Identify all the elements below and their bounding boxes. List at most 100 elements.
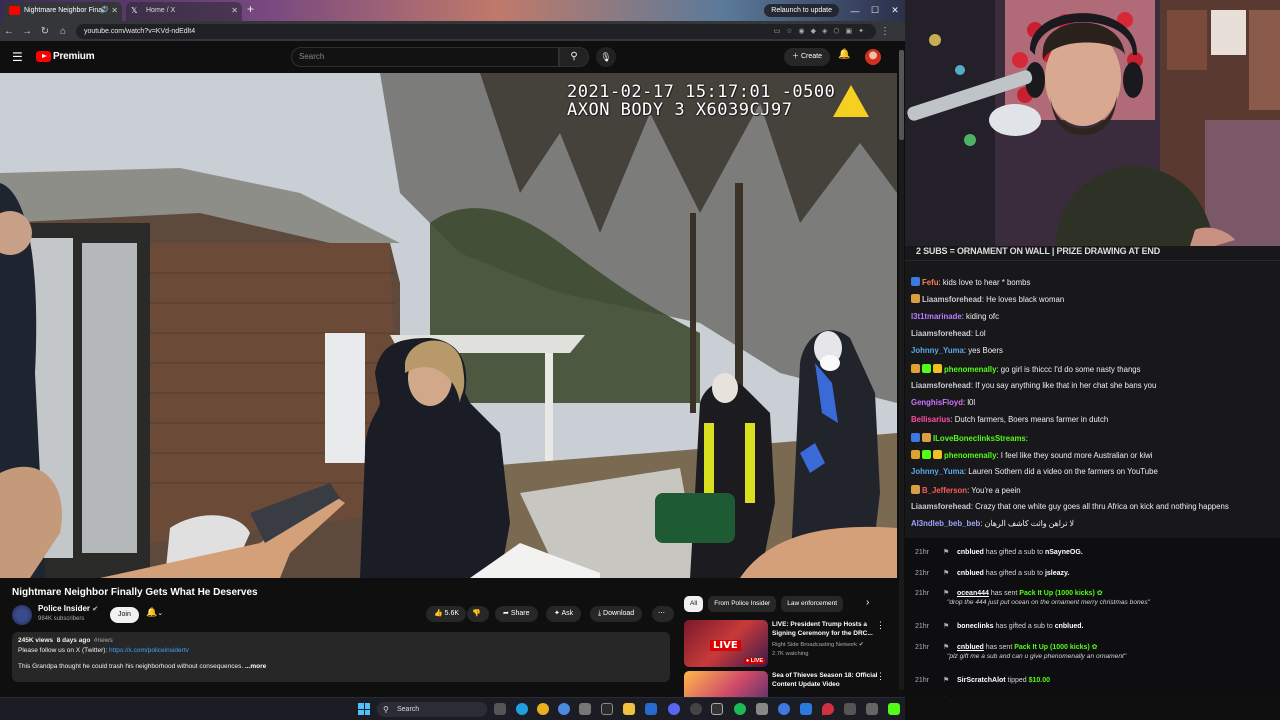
- relaunch-button[interactable]: Relaunch to update: [764, 4, 839, 17]
- chat-username[interactable]: Fefu: [922, 278, 938, 287]
- app-icon[interactable]: [866, 703, 878, 715]
- maximize-icon[interactable]: ☐: [865, 5, 885, 16]
- microphone-icon[interactable]: 🎙: [596, 47, 616, 67]
- event-user[interactable]: ocean444: [957, 590, 989, 597]
- chat-username[interactable]: Liaamsforehead: [911, 381, 971, 390]
- recommendation-thumbnail[interactable]: LIVE ● LIVE: [684, 620, 768, 667]
- spotify-icon[interactable]: [734, 703, 746, 715]
- steam-icon[interactable]: [645, 703, 657, 715]
- notifications-bell-icon[interactable]: 🔔⌄: [146, 607, 163, 618]
- channel-name[interactable]: Police Insider ✔: [38, 604, 98, 613]
- windows-start-icon[interactable]: [358, 703, 370, 715]
- back-icon[interactable]: ←: [0, 26, 18, 37]
- chat-message: l3t1tmarinade: kiding ofc: [911, 312, 999, 322]
- create-button[interactable]: ＋ Create: [784, 48, 830, 66]
- app-icon[interactable]: [844, 703, 856, 715]
- recommendation-title[interactable]: LIVE: President Trump Hosts a Signing Ce…: [772, 620, 882, 638]
- app-icon[interactable]: [711, 703, 723, 715]
- chat-username[interactable]: Liaamsforehead: [911, 329, 971, 338]
- url-field[interactable]: youtube.com/watch?v=KVd-ndEdlt4 ▭☆◉◆◈⬡▣✦: [76, 23, 876, 39]
- notifications-bell-icon[interactable]: 🔔: [838, 49, 850, 60]
- speaker-icon[interactable]: 🔊: [100, 2, 109, 19]
- scrollbar-thumb[interactable]: [899, 50, 904, 140]
- chat-username[interactable]: Johnny_Yuma: [911, 467, 964, 476]
- maps-icon[interactable]: [822, 703, 834, 715]
- close-window-icon[interactable]: ✕: [885, 5, 905, 16]
- like-button[interactable]: 👍 5.6K: [426, 606, 466, 622]
- ask-button[interactable]: ✦ Ask: [546, 606, 582, 622]
- minimize-icon[interactable]: —: [845, 6, 865, 16]
- youtube-logo[interactable]: Premium: [36, 51, 95, 62]
- chat-username[interactable]: Bellisarius: [911, 415, 950, 424]
- more-actions-icon[interactable]: ⋯: [652, 606, 674, 622]
- chat-username[interactable]: phenomenally: [944, 451, 996, 460]
- tab-youtube[interactable]: Nightmare Neighbor Finall 🔊 ✕: [4, 2, 122, 21]
- account-avatar[interactable]: [865, 49, 881, 65]
- chat-username[interactable]: Johnny_Yuma: [911, 346, 964, 355]
- chevron-right-icon[interactable]: ›: [866, 597, 869, 608]
- app-icon[interactable]: [778, 703, 790, 715]
- tab-x[interactable]: 𝕏 Home / X ✕: [126, 2, 242, 21]
- taskbar-search[interactable]: ⚲ Search: [377, 702, 487, 717]
- chat-username[interactable]: ILoveBoneclinksStreams: [933, 434, 1026, 443]
- event-quote: "plz gift me a sub and can u give phenom…: [947, 652, 1127, 660]
- new-tab-icon[interactable]: +: [247, 2, 254, 16]
- search-input[interactable]: Search: [291, 47, 559, 67]
- x-profile-link[interactable]: https://x.com/policeinsidertv: [109, 647, 189, 654]
- recommendation-menu-icon[interactable]: ⋮: [876, 671, 885, 682]
- chat-username[interactable]: GenghisFloyd: [911, 398, 963, 407]
- chrome-icon[interactable]: [537, 703, 549, 715]
- app-icon[interactable]: [800, 703, 812, 715]
- recommendation-menu-icon[interactable]: ⋮: [876, 620, 885, 631]
- chip-from-channel[interactable]: From Police Insider: [708, 596, 777, 612]
- recommendation-item[interactable]: Sea of Thieves Season 18: Official Conte…: [684, 671, 899, 697]
- download-button[interactable]: ⤓ Download: [590, 606, 643, 622]
- chevron-down-icon[interactable]: ⌄: [157, 610, 163, 617]
- description-box[interactable]: 245K views 8 days ago #news Please follo…: [12, 632, 670, 682]
- close-tab-icon[interactable]: ✕: [111, 2, 118, 19]
- reload-icon[interactable]: ↻: [36, 26, 54, 37]
- extension-icons[interactable]: ▭☆◉◆◈⬡▣✦: [774, 24, 870, 39]
- event-user[interactable]: cnblued: [957, 570, 984, 577]
- search-icon[interactable]: ⚲: [559, 47, 589, 67]
- kick-icon[interactable]: [888, 703, 900, 715]
- hamburger-menu-icon[interactable]: ☰: [12, 50, 23, 64]
- terminal-icon[interactable]: [601, 703, 613, 715]
- chat-username[interactable]: phenomenally: [944, 365, 996, 374]
- recommendation-thumbnail[interactable]: [684, 671, 768, 697]
- chrome-profile-icon[interactable]: [558, 703, 570, 715]
- hashtag-link[interactable]: #news: [94, 637, 113, 644]
- channel-avatar[interactable]: [12, 605, 32, 625]
- app-icon[interactable]: [579, 703, 591, 715]
- page-scrollbar[interactable]: [899, 50, 904, 690]
- recommendation-item[interactable]: LIVE ● LIVE LIVE: President Trump Hosts …: [684, 620, 899, 668]
- browser-menu-icon[interactable]: ⋮: [876, 26, 894, 37]
- task-view-icon[interactable]: [494, 703, 506, 715]
- chip-law-enforcement[interactable]: Law enforcement: [781, 596, 844, 612]
- chip-all[interactable]: All: [684, 596, 704, 612]
- chat-username[interactable]: Al3ndleb_beb_beb: [911, 519, 980, 528]
- show-more-link[interactable]: ...more: [245, 663, 266, 670]
- chat-username[interactable]: B_Jefferson: [922, 486, 967, 495]
- event-user[interactable]: cnblued: [957, 644, 984, 651]
- chat-username[interactable]: Liaamsforehead: [922, 295, 982, 304]
- chat-username[interactable]: Liaamsforehead: [911, 502, 971, 511]
- event-user[interactable]: cnblued: [957, 549, 984, 556]
- obs-icon[interactable]: [690, 703, 702, 715]
- dislike-icon[interactable]: 👎: [467, 606, 489, 622]
- recommendation-title[interactable]: Sea of Thieves Season 18: Official Conte…: [772, 671, 882, 689]
- home-icon[interactable]: ⌂: [54, 26, 72, 37]
- forward-icon[interactable]: →: [18, 26, 36, 37]
- edge-icon[interactable]: [516, 703, 528, 715]
- event-user[interactable]: boneclinks: [957, 623, 994, 630]
- event-time: 21hr: [915, 643, 930, 651]
- video-player[interactable]: 2021-02-17 15:17:01 -0500 AXON BODY 3 X6…: [0, 73, 897, 578]
- file-explorer-icon[interactable]: [623, 703, 635, 715]
- chat-username[interactable]: l3t1tmarinade: [911, 312, 962, 321]
- share-button[interactable]: ➦ Share: [495, 606, 538, 622]
- settings-icon[interactable]: [756, 703, 768, 715]
- event-user[interactable]: SirScratchAlot: [957, 677, 1006, 684]
- discord-icon[interactable]: [668, 703, 680, 715]
- close-tab-icon[interactable]: ✕: [231, 2, 238, 19]
- join-button[interactable]: Join: [110, 607, 139, 623]
